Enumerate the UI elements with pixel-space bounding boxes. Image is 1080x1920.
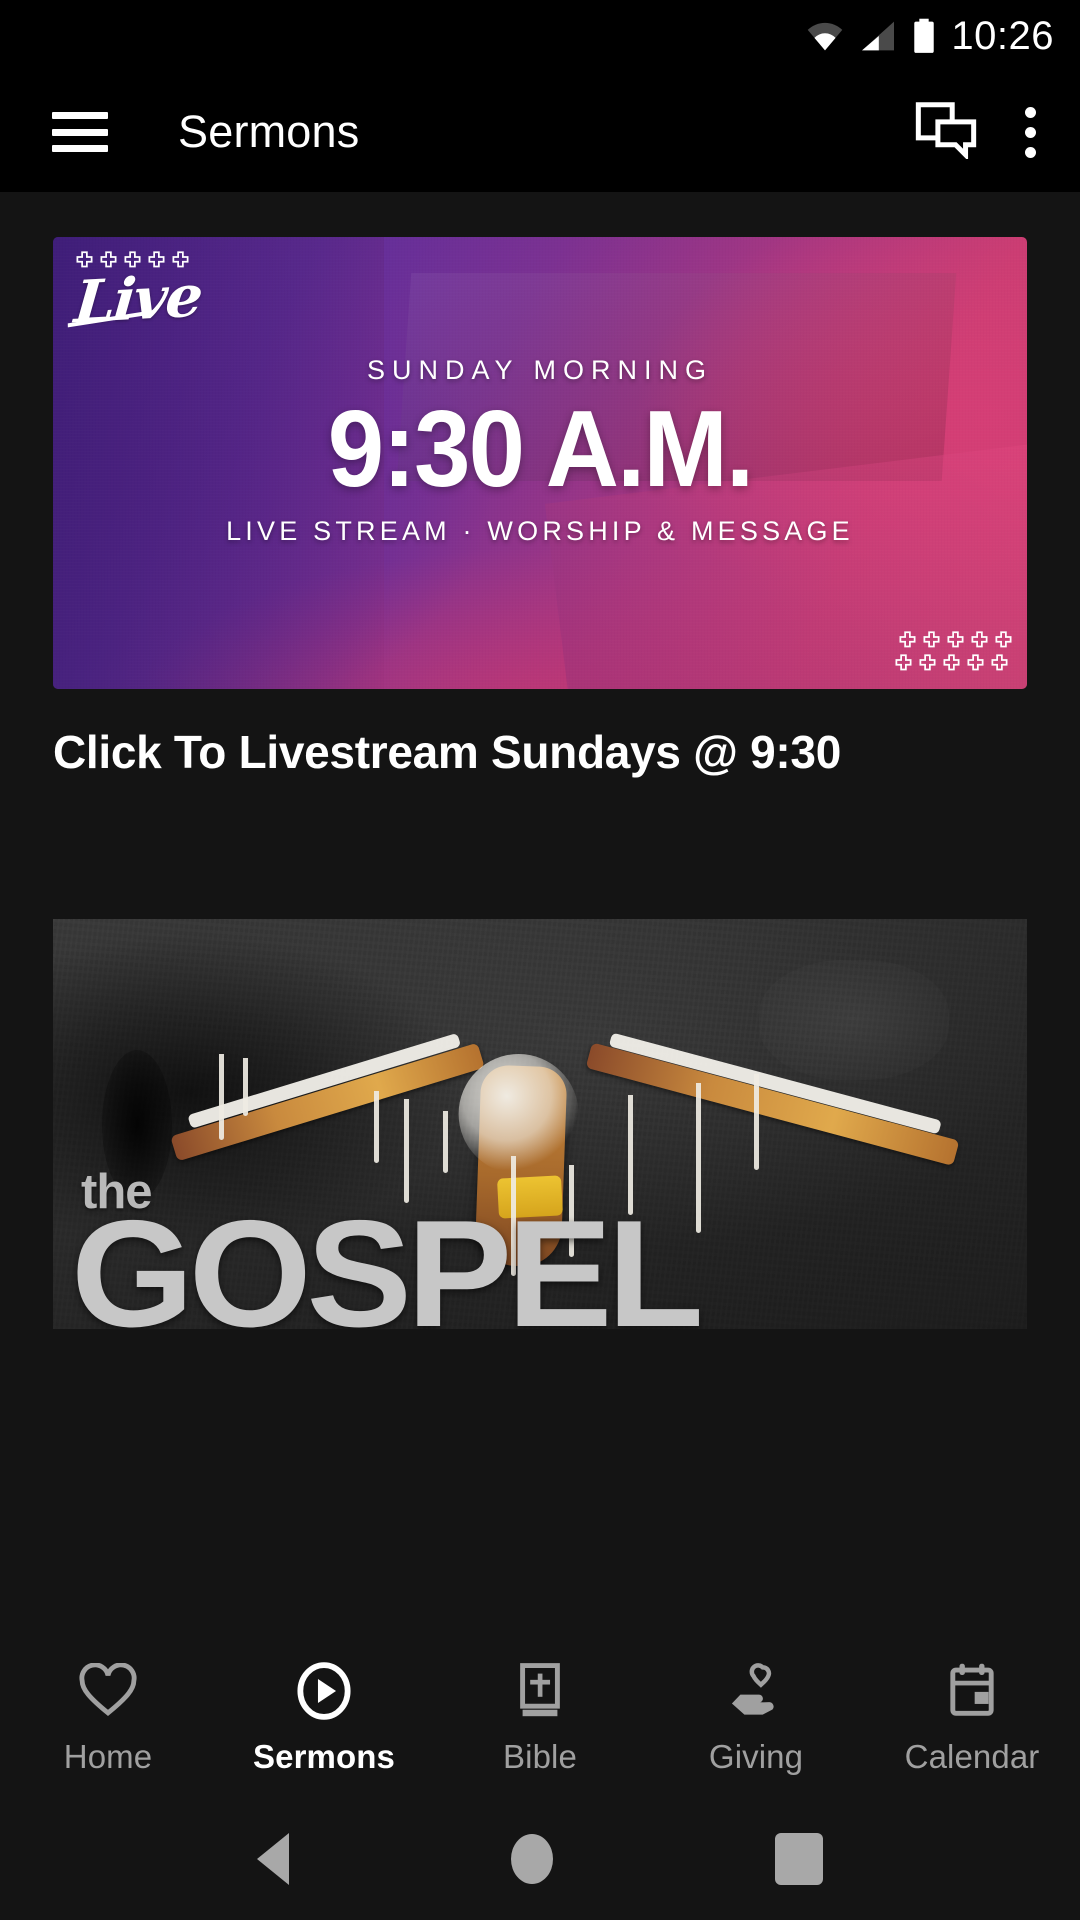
- nav-label-sermons: Sermons: [253, 1738, 395, 1775]
- cross-row: [894, 654, 1009, 673]
- status-bar-clock: 10:26: [951, 14, 1054, 58]
- recents-square-icon[interactable]: [775, 1833, 823, 1885]
- figure-paint-splash: [458, 1053, 579, 1174]
- banner-kicker: SUNDAY MORNING: [366, 355, 714, 385]
- app-bar: Sermons: [0, 72, 1080, 192]
- status-bar: 10:26: [0, 0, 1080, 72]
- nav-label-home: Home: [63, 1738, 153, 1775]
- page-title: Sermons: [178, 106, 360, 157]
- paint-drip: [442, 1111, 448, 1174]
- sermon-title-art: the GOSPEL: [71, 1167, 704, 1328]
- paint-drip: [374, 1090, 380, 1163]
- cross-icon: [899, 631, 916, 648]
- cross-icon: [923, 631, 940, 648]
- nav-label-giving: Giving: [708, 1738, 804, 1775]
- cross-icon: [967, 654, 984, 671]
- sermon-title-gospel: GOSPEL: [71, 1188, 704, 1329]
- paint-drip: [242, 1057, 248, 1116]
- back-triangle-icon[interactable]: [257, 1833, 289, 1885]
- nav-item-home[interactable]: Home: [0, 1660, 216, 1776]
- calendar-icon: [943, 1660, 1001, 1722]
- nav-label-bible: Bible: [503, 1738, 577, 1775]
- nav-item-bible[interactable]: Bible: [432, 1660, 648, 1776]
- cellular-signal-icon: [859, 20, 897, 52]
- banner-center-text: SUNDAY MORNING 9:30 A.M. LIVE STREAM · W…: [53, 355, 1027, 547]
- cross-icon: [991, 654, 1008, 671]
- livestream-caption[interactable]: Click To Livestream Sundays @ 9:30: [53, 726, 1027, 779]
- nav-item-sermons[interactable]: Sermons: [216, 1660, 432, 1776]
- heart-icon: [78, 1660, 138, 1722]
- app-bar-actions: [915, 101, 1080, 164]
- banner-time: 9:30 A.M.: [327, 388, 754, 510]
- nav-label-calendar: Calendar: [904, 1738, 1040, 1775]
- chat-bubbles-icon[interactable]: [915, 101, 977, 164]
- cross-icon: [895, 654, 912, 671]
- nav-item-giving[interactable]: Giving: [648, 1660, 864, 1776]
- hamburger-menu-icon[interactable]: [52, 112, 108, 152]
- battery-icon: [911, 18, 937, 54]
- paint-drip: [754, 1074, 760, 1171]
- livestream-banner[interactable]: Live SUNDAY MORNING 9:30 A.M. LIVE STREA…: [53, 237, 1027, 689]
- banner-subtitle: LIVE STREAM · WORSHIP & MESSAGE: [226, 515, 854, 546]
- cross-icon: [919, 654, 936, 671]
- android-system-nav: [0, 1798, 1080, 1920]
- phone-screen: 10:26 Sermons Live SUNDAY MORNING 9:30 A…: [0, 0, 1080, 1920]
- cross-row: [898, 631, 1013, 650]
- figure-arm-right: [585, 1041, 959, 1166]
- live-wordmark: Live: [71, 261, 205, 337]
- bible-book-icon: [511, 1660, 569, 1722]
- live-badge: Live: [72, 251, 204, 336]
- cross-icon: [943, 654, 960, 671]
- cross-icon: [947, 631, 964, 648]
- hand-heart-icon: [726, 1660, 786, 1722]
- figure-arm-left: [170, 1042, 486, 1161]
- play-circle-icon: [294, 1660, 354, 1722]
- nav-item-calendar[interactable]: Calendar: [864, 1660, 1080, 1776]
- sermon-card-gospel[interactable]: the GOSPEL: [53, 918, 1027, 1329]
- more-vertical-icon[interactable]: [1025, 106, 1036, 158]
- cross-icon: [971, 631, 988, 648]
- home-circle-icon[interactable]: [511, 1834, 553, 1884]
- paint-drip: [218, 1053, 224, 1140]
- bottom-navigation: Home Sermons Bible Giving Calendar: [0, 1638, 1080, 1798]
- sermons-content: Live SUNDAY MORNING 9:30 A.M. LIVE STREA…: [0, 192, 1080, 1638]
- corner-cross-pattern: [895, 631, 1013, 677]
- wifi-icon: [805, 20, 845, 52]
- cross-icon: [995, 631, 1012, 648]
